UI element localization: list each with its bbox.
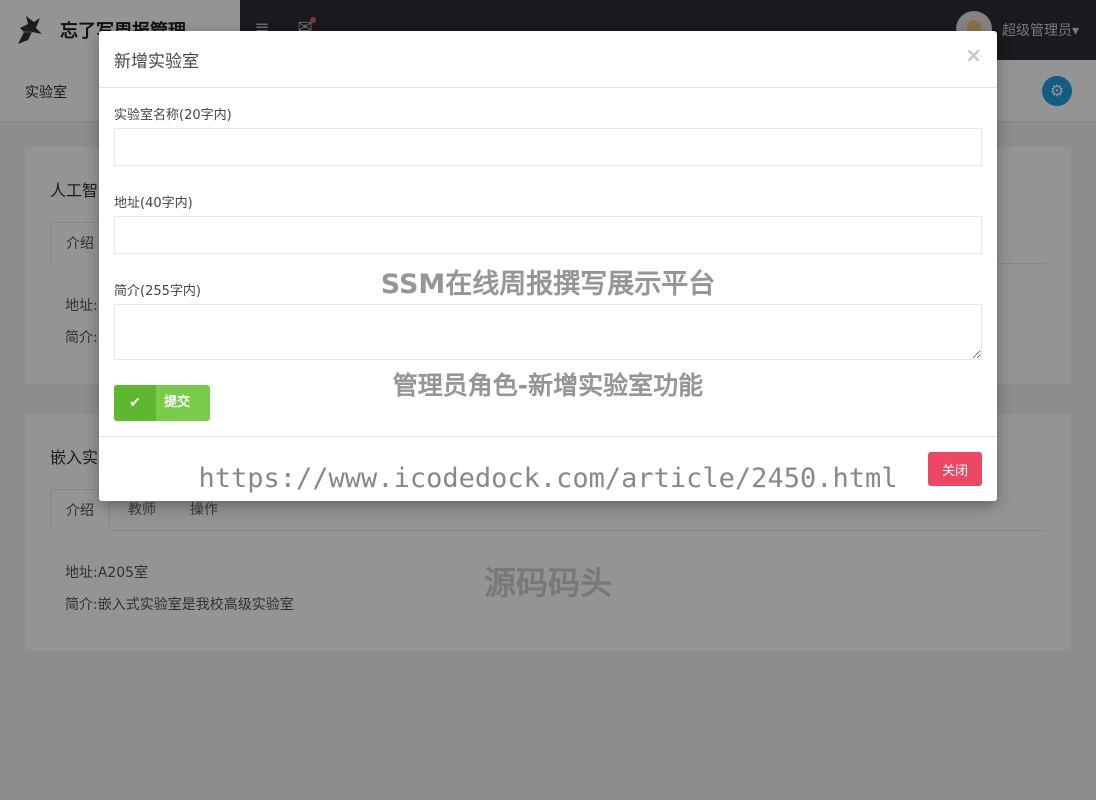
description-label: 简介(255字内) <box>114 284 201 299</box>
address-label: 地址(40字内) <box>114 196 193 211</box>
close-button[interactable]: 关闭 <box>928 452 982 486</box>
close-icon[interactable]: × <box>965 43 982 67</box>
modal-title: 新增实验室 <box>114 52 199 72</box>
lab-name-label: 实验室名称(20字内) <box>114 108 232 123</box>
submit-label: 提交 <box>164 395 191 410</box>
modal-footer: 关闭 <box>99 436 997 501</box>
check-icon: ✔ <box>114 385 156 421</box>
description-textarea[interactable] <box>114 304 982 360</box>
modal-header: 新增实验室 × <box>99 31 997 88</box>
lab-name-input[interactable] <box>114 128 982 166</box>
address-input[interactable] <box>114 216 982 254</box>
submit-button[interactable]: ✔ 提交 <box>114 385 210 421</box>
add-lab-modal: 新增实验室 × 实验室名称(20字内) 地址(40字内) 简介(255字内) ✔… <box>99 31 997 501</box>
